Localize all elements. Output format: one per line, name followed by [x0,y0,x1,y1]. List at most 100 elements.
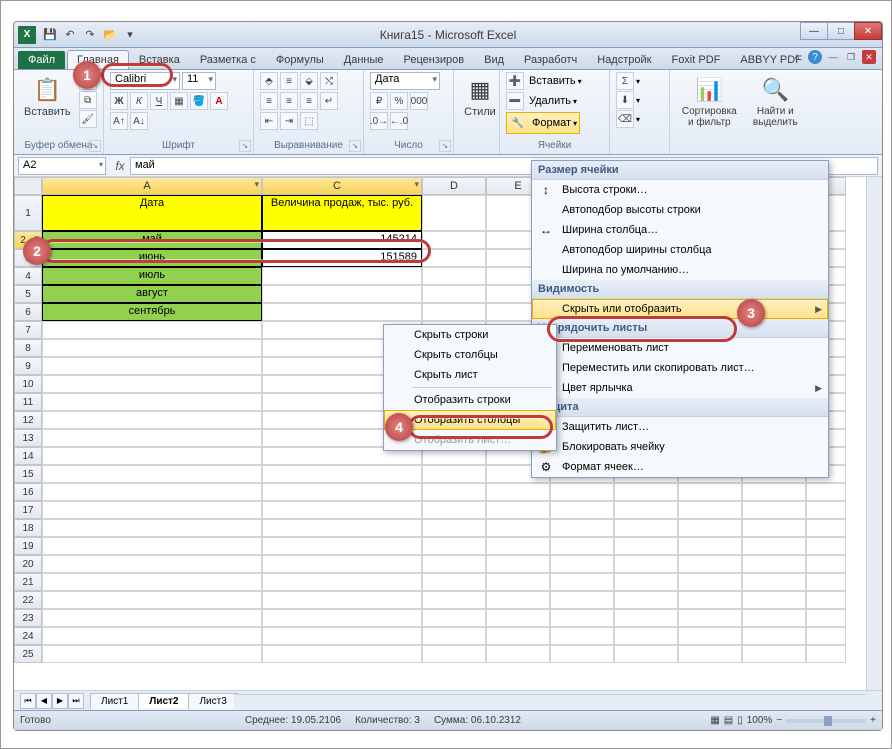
cell-D4[interactable] [422,267,486,285]
qat-customize[interactable]: ▾ [121,26,139,44]
menu-autofit-col[interactable]: Автоподбор ширины столбца [532,240,828,260]
mdi-minimize[interactable]: — [826,50,840,64]
minimize-button[interactable]: — [800,22,828,40]
row-header-23[interactable]: 23 [14,609,42,627]
tab-addins[interactable]: Надстройк [587,50,661,69]
name-box[interactable]: A2 [18,157,106,175]
cell-I21[interactable] [742,573,806,591]
cell-D3[interactable] [422,249,486,267]
align-middle[interactable]: ≡ [280,72,298,90]
paste-button[interactable]: 📋 Вставить [20,72,75,120]
number-launcher[interactable]: ↘ [439,140,451,152]
dec-decimal[interactable]: ←.0 [390,112,408,130]
cell-D24[interactable] [422,627,486,645]
cell-J19[interactable] [806,537,846,555]
cell-E22[interactable] [486,591,550,609]
align-center[interactable]: ≡ [280,92,298,110]
cell-J23[interactable] [806,609,846,627]
sheet-nav-last[interactable]: ⏭ [68,693,84,709]
cell-G20[interactable] [614,555,678,573]
styles-button[interactable]: ▦ Стили [460,72,500,120]
cell-D2[interactable] [422,231,486,249]
menu-default-width[interactable]: Ширина по умолчанию… [532,260,828,280]
cells-insert-button[interactable]: ➕Вставить▾ [506,72,582,90]
cell-D16[interactable] [422,483,486,501]
row-header-9[interactable]: 9 [14,357,42,375]
indent-dec[interactable]: ⇤ [260,112,278,130]
row-header-6[interactable]: 6 [14,303,42,321]
cell-H17[interactable] [678,501,742,519]
cell-F18[interactable] [550,519,614,537]
font-size-select[interactable]: 11 [182,72,216,90]
tab-developer[interactable]: Разработч [514,50,587,69]
cell-H21[interactable] [678,573,742,591]
cell-G19[interactable] [614,537,678,555]
cell-C1[interactable]: Величина продаж, тыс. руб. [262,195,422,231]
cell-I20[interactable] [742,555,806,573]
zoom-slider[interactable] [786,719,866,723]
comma-button[interactable]: 000 [410,92,428,110]
cells-delete-button[interactable]: ➖Удалить▾ [506,92,577,110]
row-header-14[interactable]: 14 [14,447,42,465]
cell-F19[interactable] [550,537,614,555]
menu-tab-color[interactable]: Цвет ярлычка▶ [532,378,828,398]
cell-H19[interactable] [678,537,742,555]
submenu-show-rows[interactable]: Отобразить строки [384,390,556,410]
menu-lock-cell[interactable]: 🔐Блокировать ячейку [532,437,828,457]
cell-A7[interactable] [42,321,262,339]
cell-A14[interactable] [42,447,262,465]
cell-F23[interactable] [550,609,614,627]
cell-D19[interactable] [422,537,486,555]
cell-C6[interactable] [262,303,422,321]
menu-row-height[interactable]: ↕Высота строки… [532,180,828,200]
wrap-text-button[interactable]: ↵ [320,92,338,110]
cell-G25[interactable] [614,645,678,663]
cell-G18[interactable] [614,519,678,537]
cell-A16[interactable] [42,483,262,501]
cell-E25[interactable] [486,645,550,663]
cell-D25[interactable] [422,645,486,663]
row-header-18[interactable]: 18 [14,519,42,537]
cell-A17[interactable] [42,501,262,519]
clear-button[interactable]: ⌫ [616,110,634,128]
cell-J21[interactable] [806,573,846,591]
row-header-12[interactable]: 12 [14,411,42,429]
cell-A13[interactable] [42,429,262,447]
submenu-hide-cols[interactable]: Скрыть столбцы [384,345,556,365]
tab-data[interactable]: Данные [334,50,394,69]
find-select-button[interactable]: 🔍 Найти и выделить [747,72,804,130]
fx-icon[interactable]: fx [110,159,130,173]
cell-C21[interactable] [262,573,422,591]
merge-button[interactable]: ⬚ [300,112,318,130]
cell-A18[interactable] [42,519,262,537]
row-header-22[interactable]: 22 [14,591,42,609]
cell-J25[interactable] [806,645,846,663]
cell-E18[interactable] [486,519,550,537]
align-launcher[interactable]: ↘ [349,140,361,152]
file-tab[interactable]: Файл [18,51,65,69]
cell-A24[interactable] [42,627,262,645]
cell-J24[interactable] [806,627,846,645]
cell-A8[interactable] [42,339,262,357]
cell-C16[interactable] [262,483,422,501]
cell-C5[interactable] [262,285,422,303]
cell-H22[interactable] [678,591,742,609]
cell-A10[interactable] [42,375,262,393]
cell-C22[interactable] [262,591,422,609]
qat-save[interactable]: 💾 [41,26,59,44]
cell-I23[interactable] [742,609,806,627]
cell-E17[interactable] [486,501,550,519]
row-header-13[interactable]: 13 [14,429,42,447]
row-header-10[interactable]: 10 [14,375,42,393]
cell-F25[interactable] [550,645,614,663]
cell-H24[interactable] [678,627,742,645]
qat-open[interactable]: 📂 [101,26,119,44]
mdi-close[interactable]: ✕ [862,50,876,64]
cell-A15[interactable] [42,465,262,483]
cell-A25[interactable] [42,645,262,663]
cell-F16[interactable] [550,483,614,501]
cell-I16[interactable] [742,483,806,501]
cell-A12[interactable] [42,411,262,429]
menu-col-width[interactable]: ↔Ширина столбца… [532,220,828,240]
close-button[interactable]: ✕ [854,22,882,40]
